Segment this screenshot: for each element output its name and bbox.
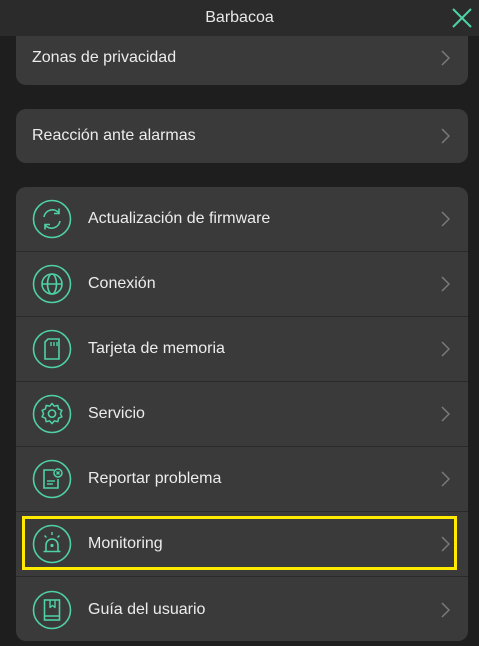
report-problem-row[interactable]: Reportar problema — [16, 447, 468, 512]
siren-icon — [32, 524, 72, 564]
memory-card-row[interactable]: Tarjeta de memoria — [16, 317, 468, 382]
monitoring-row[interactable]: Monitoring — [16, 512, 468, 577]
privacy-zones-card: Zonas de privacidad — [16, 28, 468, 85]
chevron-right-icon — [441, 211, 450, 227]
privacy-zones-label: Zonas de privacidad — [32, 49, 177, 66]
memory-card-icon — [32, 329, 72, 369]
gear-icon — [32, 394, 72, 434]
chevron-right-icon — [441, 471, 450, 487]
globe-icon — [32, 264, 72, 304]
user-guide-label: Guía del usuario — [88, 600, 206, 618]
chevron-right-icon — [441, 536, 450, 552]
firmware-update-label: Actualización de firmware — [88, 210, 271, 227]
memory-card-label: Tarjeta de memoria — [88, 340, 225, 357]
service-row[interactable]: Servicio — [16, 382, 468, 447]
close-icon — [452, 8, 472, 28]
report-problem-label: Reportar problema — [88, 470, 222, 487]
firmware-update-row[interactable]: Actualización de firmware — [16, 187, 468, 252]
chevron-right-icon — [441, 406, 450, 422]
user-guide-icon — [32, 590, 72, 630]
chevron-right-icon — [441, 128, 450, 144]
chevron-right-icon — [441, 276, 450, 292]
monitoring-label: Monitoring — [88, 535, 163, 552]
firmware-update-icon — [32, 199, 72, 239]
report-problem-icon — [32, 459, 72, 499]
connection-label: Conexión — [88, 275, 156, 292]
close-button[interactable] — [451, 7, 473, 29]
connection-row[interactable]: Conexión — [16, 252, 468, 317]
chevron-right-icon — [441, 50, 450, 66]
user-guide-row[interactable]: Guía del usuario — [16, 577, 468, 641]
privacy-zones-row[interactable]: Zonas de privacidad — [16, 28, 468, 85]
chevron-right-icon — [441, 341, 450, 357]
page-title: Barbacoa — [205, 9, 274, 26]
app-header: Barbacoa — [0, 0, 479, 36]
alarm-reaction-label: Reacción ante alarmas — [32, 127, 196, 144]
alarm-reaction-row[interactable]: Reacción ante alarmas — [16, 109, 468, 163]
settings-list-card: Actualización de firmware Conexión Tarje… — [16, 187, 468, 641]
chevron-right-icon — [441, 601, 450, 618]
alarm-reaction-card: Reacción ante alarmas — [16, 109, 468, 163]
service-label: Servicio — [88, 405, 145, 422]
